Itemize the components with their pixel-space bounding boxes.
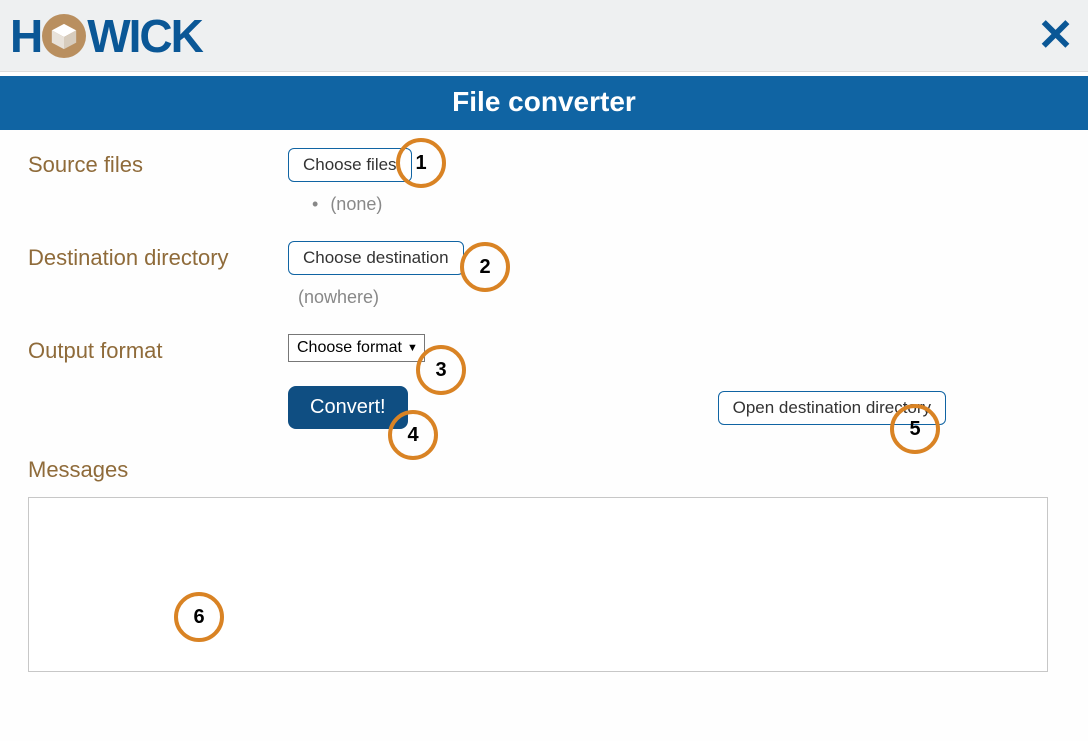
top-bar: H WICK ✕ — [0, 0, 1088, 72]
destination-label: Destination directory — [28, 241, 288, 271]
logo-text-left: H — [10, 13, 41, 59]
content-area: Source files Choose files (none) Destina… — [0, 130, 1088, 682]
row-actions: Convert! Open destination directory — [28, 378, 1060, 429]
row-destination: Destination directory Choose destination… — [28, 241, 1060, 326]
messages-label: Messages — [28, 457, 1060, 483]
logo-cube-icon — [42, 14, 86, 58]
output-format-select[interactable]: Choose format — [288, 334, 425, 362]
source-files-none: (none) — [312, 194, 1060, 215]
messages-box — [28, 497, 1048, 672]
close-icon[interactable]: ✕ — [1037, 14, 1074, 58]
row-source: Source files Choose files (none) — [28, 148, 1060, 233]
page-title: File converter — [0, 76, 1088, 130]
brand-logo: H WICK — [10, 13, 202, 59]
source-files-label: Source files — [28, 148, 288, 178]
open-destination-button[interactable]: Open destination directory — [718, 391, 946, 425]
choose-files-button[interactable]: Choose files — [288, 148, 412, 182]
convert-button[interactable]: Convert! — [288, 386, 408, 429]
row-output-format: Output format Choose format — [28, 334, 1060, 364]
destination-none: (nowhere) — [298, 287, 1060, 308]
logo-text-right: WICK — [87, 13, 202, 59]
choose-destination-button[interactable]: Choose destination — [288, 241, 464, 275]
output-format-label: Output format — [28, 334, 288, 364]
